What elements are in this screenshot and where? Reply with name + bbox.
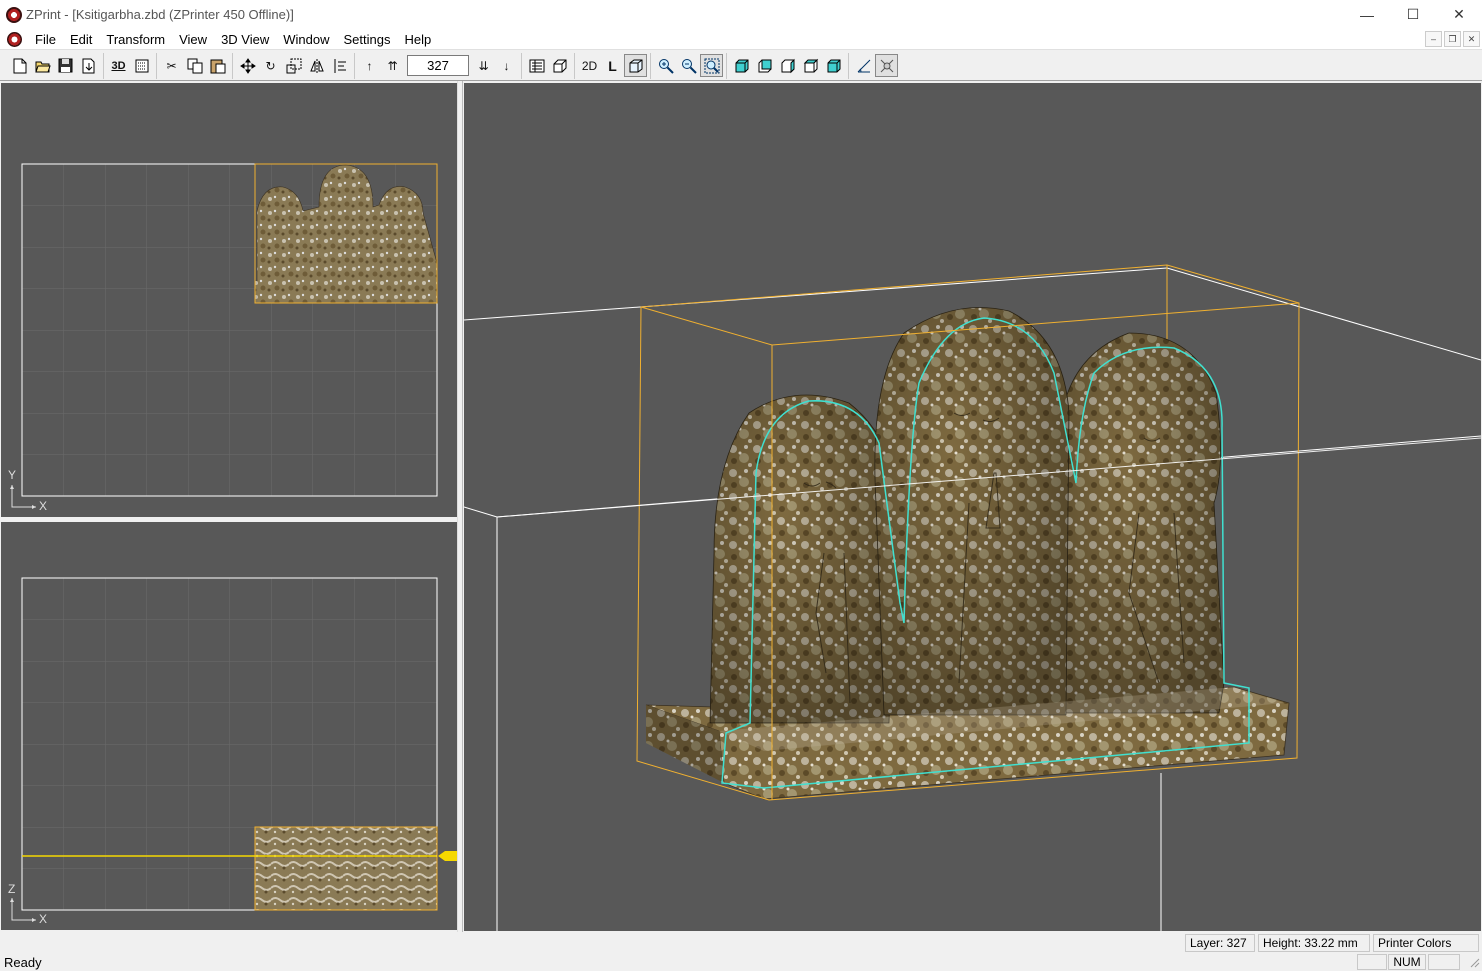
collision-check-icon[interactable] <box>875 54 898 77</box>
minimize-button[interactable]: — <box>1344 0 1390 29</box>
menu-bar: File Edit Transform View 3D View Window … <box>0 29 1482 50</box>
menu-3d-view[interactable]: 3D View <box>214 29 276 50</box>
open-folder-icon[interactable] <box>31 54 54 77</box>
layer-number-input[interactable]: 327 <box>407 55 469 76</box>
zoom-fit-icon[interactable] <box>700 54 723 77</box>
new-file-icon[interactable] <box>8 54 31 77</box>
top-view-viewport[interactable]: Y X <box>1 83 457 517</box>
ksitigarbha-model[interactable] <box>645 307 1290 800</box>
box-view-icon[interactable] <box>548 54 571 77</box>
document-icon[interactable] <box>7 31 22 47</box>
view-iso-icon[interactable] <box>822 54 845 77</box>
front-view-canvas <box>21 577 457 911</box>
view-top-icon[interactable] <box>799 54 822 77</box>
3d-view-viewport[interactable] <box>464 83 1481 931</box>
layer-up-icon[interactable]: ↑ <box>358 54 381 77</box>
copy-icon[interactable] <box>183 54 206 77</box>
status-empty-pane-2 <box>1428 954 1460 970</box>
layer-bottom-icon[interactable]: ⇊ <box>472 54 495 77</box>
zoom-in-icon[interactable] <box>654 54 677 77</box>
layer-down-icon[interactable]: ↓ <box>495 54 518 77</box>
vertical-splitter[interactable] <box>457 81 463 932</box>
mdi-controls: – ❐ ✕ <box>1425 31 1480 47</box>
top-view-canvas <box>21 163 438 497</box>
cut-icon[interactable]: ✂ <box>160 54 183 77</box>
title-bar: ZPrint - [Ksitigarbha.zbd (ZPrinter 450 … <box>0 0 1482 29</box>
y-axis-label: Y <box>8 468 17 482</box>
main-toolbar: 3D ✂ ↻ ↑ ⇈ 327 ⇊ ↓ 2D L <box>0 51 1482 81</box>
paste-icon[interactable] <box>206 54 229 77</box>
status-bar-lower: Ready NUM <box>0 952 1482 971</box>
x-axis-label: X <box>39 499 48 513</box>
rotate-icon[interactable]: ↻ <box>259 54 282 77</box>
zoom-out-icon[interactable] <box>677 54 700 77</box>
window-title: ZPrint - [Ksitigarbha.zbd (ZPrinter 450 … <box>26 7 294 22</box>
close-button[interactable]: ✕ <box>1436 0 1482 29</box>
menu-view[interactable]: View <box>172 29 214 50</box>
menu-transform[interactable]: Transform <box>99 29 172 50</box>
color-mode-status: Printer Colors <box>1373 934 1479 952</box>
layer-status: Layer: 327 <box>1185 934 1255 952</box>
mirror-icon[interactable] <box>305 54 328 77</box>
measure-icon[interactable] <box>852 54 875 77</box>
mdi-restore-button[interactable]: ❐ <box>1444 31 1461 47</box>
view-side-icon[interactable] <box>776 54 799 77</box>
ready-status: Ready <box>4 955 42 970</box>
3d-view-canvas <box>464 264 1481 931</box>
z-axis-label: Z <box>8 882 16 896</box>
axis-gizmo-icon <box>10 485 36 509</box>
3d-view-icon[interactable] <box>624 54 647 77</box>
view-front-icon[interactable] <box>730 54 753 77</box>
build-setup-icon[interactable] <box>130 54 153 77</box>
maximize-button[interactable]: ☐ <box>1390 0 1436 29</box>
menu-settings[interactable]: Settings <box>337 29 398 50</box>
status-bar-upper: Layer: 327 Height: 33.22 mm Printer Colo… <box>0 932 1482 952</box>
menu-help[interactable]: Help <box>397 29 438 50</box>
resize-grip-icon[interactable] <box>1468 956 1480 968</box>
layer-view-button[interactable]: L <box>601 54 624 77</box>
axis-gizmo-front-icon <box>10 898 36 922</box>
mdi-minimize-button[interactable]: – <box>1425 31 1442 47</box>
menu-file[interactable]: File <box>28 29 63 50</box>
num-lock-indicator: NUM <box>1388 954 1426 970</box>
layer-marker-handle[interactable] <box>438 851 457 861</box>
model-front-silhouette[interactable] <box>254 826 438 911</box>
layer-top-icon[interactable]: ⇈ <box>381 54 404 77</box>
save-icon[interactable] <box>54 54 77 77</box>
mdi-close-button[interactable]: ✕ <box>1463 31 1480 47</box>
2d-view-button[interactable]: 2D <box>578 54 601 77</box>
window-controls: — ☐ ✕ <box>1344 0 1482 29</box>
menu-window[interactable]: Window <box>276 29 336 50</box>
menu-edit[interactable]: Edit <box>63 29 99 50</box>
zprint-app-icon[interactable] <box>6 6 22 23</box>
import-icon[interactable] <box>77 54 100 77</box>
view-back-icon[interactable] <box>753 54 776 77</box>
3d-print-button[interactable]: 3D <box>107 54 130 77</box>
move-icon[interactable] <box>236 54 259 77</box>
report-icon[interactable] <box>525 54 548 77</box>
align-icon[interactable] <box>328 54 351 77</box>
x-axis-label-front: X <box>39 912 48 926</box>
height-status: Height: 33.22 mm <box>1258 934 1370 952</box>
scale-icon[interactable] <box>282 54 305 77</box>
front-view-viewport[interactable]: Z X <box>1 522 457 930</box>
status-empty-pane <box>1357 954 1387 970</box>
